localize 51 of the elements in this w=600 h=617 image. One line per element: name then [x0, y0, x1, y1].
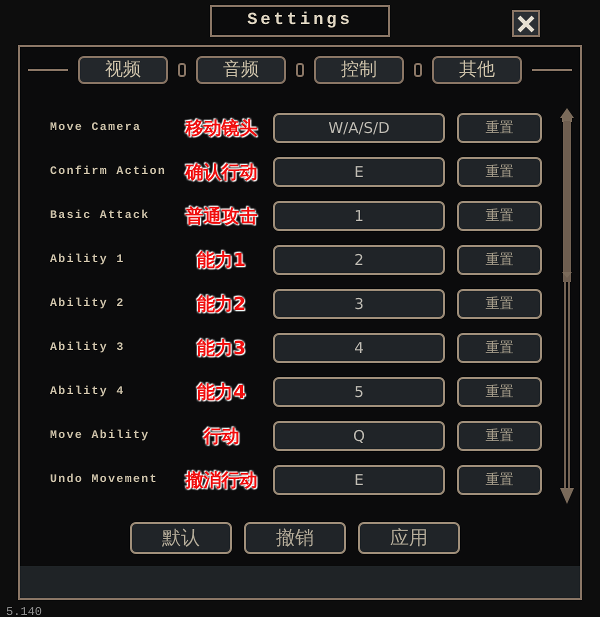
- translation-annotation: 确认行动: [184, 160, 258, 184]
- chain-ornament: [178, 63, 186, 77]
- window-title: Settings: [210, 5, 390, 37]
- tab[interactable]: 视频: [78, 56, 168, 84]
- action-label: Undo Movement: [50, 472, 159, 488]
- key-binding-field[interactable]: 4: [273, 333, 445, 363]
- dialog-button[interactable]: 撤销: [244, 522, 346, 554]
- key-binding-field[interactable]: 5: [273, 377, 445, 407]
- action-label: Ability 2: [50, 296, 126, 312]
- key-binding-field[interactable]: 2: [273, 245, 445, 275]
- close-button[interactable]: [512, 10, 540, 37]
- translation-annotation: 撤消行动: [184, 468, 258, 492]
- action-label: Confirm Action: [50, 164, 168, 180]
- key-binding-field[interactable]: E: [273, 157, 445, 187]
- action-label: Basic Attack: [50, 208, 151, 224]
- translation-annotation: 行动: [202, 424, 240, 448]
- version-text: 5.140: [6, 604, 42, 617]
- reset-button[interactable]: 重置: [457, 113, 542, 143]
- key-binding-field[interactable]: Q: [273, 421, 445, 451]
- chain-ornament: [414, 63, 422, 77]
- scrollbar[interactable]: [558, 108, 576, 504]
- action-label: Move Camera: [50, 120, 142, 136]
- action-label: Move Ability: [50, 428, 151, 444]
- reset-button[interactable]: 重置: [457, 289, 542, 319]
- reset-button[interactable]: 重置: [457, 421, 542, 451]
- tab[interactable]: 其他: [432, 56, 522, 84]
- translation-annotation: 普通攻击: [184, 204, 258, 228]
- translation-annotation: 能力3: [196, 336, 247, 360]
- translation-annotation: 能力1: [196, 248, 247, 272]
- dialog-button[interactable]: 默认: [130, 522, 232, 554]
- translation-annotation: 移动镜头: [184, 116, 258, 140]
- key-binding-field[interactable]: E: [273, 465, 445, 495]
- action-label: Ability 3: [50, 340, 126, 356]
- key-binding-field[interactable]: 1: [273, 201, 445, 231]
- tab[interactable]: 音频: [196, 56, 286, 84]
- translation-annotation: 能力2: [196, 292, 247, 316]
- tab[interactable]: 控制: [314, 56, 404, 84]
- chain-ornament: [296, 63, 304, 77]
- translation-annotation: 能力4: [196, 380, 247, 404]
- reset-button[interactable]: 重置: [457, 245, 542, 275]
- reset-button[interactable]: 重置: [457, 201, 542, 231]
- reset-button[interactable]: 重置: [457, 157, 542, 187]
- action-label: Ability 4: [50, 384, 126, 400]
- key-binding-field[interactable]: 3: [273, 289, 445, 319]
- dialog-button[interactable]: 应用: [358, 522, 460, 554]
- reset-button[interactable]: 重置: [457, 465, 542, 495]
- close-icon: [517, 14, 535, 32]
- action-label: Ability 1: [50, 252, 126, 268]
- key-binding-field[interactable]: W/A/S/D: [273, 113, 445, 143]
- reset-button[interactable]: 重置: [457, 333, 542, 363]
- reset-button[interactable]: 重置: [457, 377, 542, 407]
